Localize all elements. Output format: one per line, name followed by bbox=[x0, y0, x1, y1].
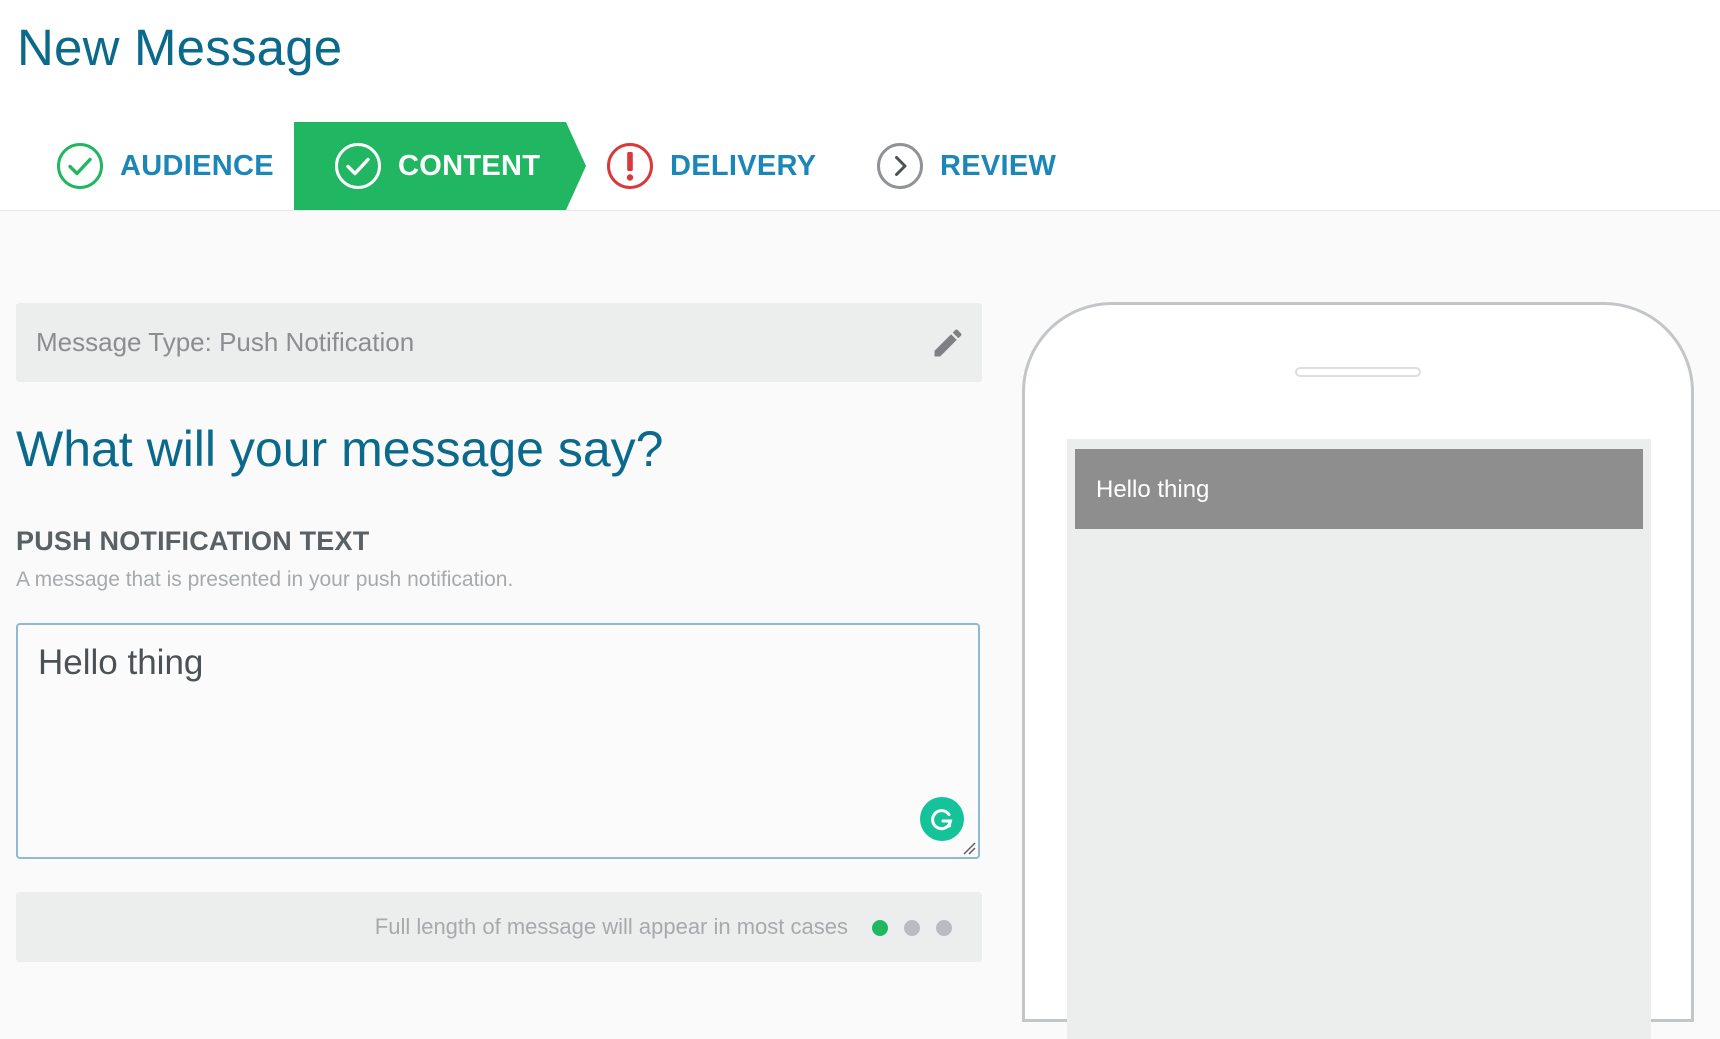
phone-preview: Hello thing bbox=[1022, 302, 1694, 1039]
step-audience[interactable]: AUDIENCE bbox=[56, 122, 274, 210]
step-content[interactable]: CONTENT bbox=[294, 122, 586, 210]
notification-text: Hello thing bbox=[1096, 476, 1210, 503]
step-delivery[interactable]: DELIVERY bbox=[606, 122, 816, 210]
notification-preview: Hello thing bbox=[1075, 449, 1643, 529]
step-label: DELIVERY bbox=[670, 149, 817, 182]
message-type-bar: Message Type: Push Notification bbox=[16, 303, 982, 382]
step-label: AUDIENCE bbox=[120, 149, 274, 182]
field-label: PUSH NOTIFICATION TEXT bbox=[16, 526, 370, 556]
push-notification-textarea[interactable]: Hello thing bbox=[16, 623, 980, 859]
step-label: REVIEW bbox=[940, 149, 1057, 182]
length-note: Full length of message will appear in mo… bbox=[374, 914, 848, 939]
exclamation-circle-icon bbox=[606, 142, 654, 190]
length-dot-icon bbox=[904, 920, 920, 936]
check-circle-icon bbox=[56, 142, 104, 190]
content-heading: What will your message say? bbox=[16, 421, 664, 477]
page-title: New Message bbox=[17, 19, 343, 76]
grammarly-icon[interactable] bbox=[920, 797, 964, 841]
check-circle-icon bbox=[334, 142, 382, 190]
message-type-label: Message Type: Push Notification bbox=[36, 327, 415, 357]
phone-screen: Hello thing bbox=[1067, 439, 1651, 1039]
textarea-value: Hello thing bbox=[38, 643, 204, 682]
header: New Message AUDIENCE CONTENT DELIVERY RE… bbox=[0, 0, 1720, 211]
phone-speaker bbox=[1295, 367, 1421, 377]
step-review[interactable]: REVIEW bbox=[876, 122, 1056, 210]
step-navigation: AUDIENCE CONTENT DELIVERY REVIEW bbox=[0, 122, 1200, 210]
resize-handle-icon[interactable] bbox=[962, 841, 976, 855]
length-indicator-bar: Full length of message will appear in mo… bbox=[16, 892, 982, 962]
field-help-text: A message that is presented in your push… bbox=[16, 568, 514, 591]
chevron-right-circle-icon bbox=[876, 142, 924, 190]
pencil-icon[interactable] bbox=[930, 325, 966, 361]
length-dot-active-icon bbox=[872, 920, 888, 936]
step-label: CONTENT bbox=[398, 149, 541, 182]
length-dot-icon bbox=[936, 920, 952, 936]
